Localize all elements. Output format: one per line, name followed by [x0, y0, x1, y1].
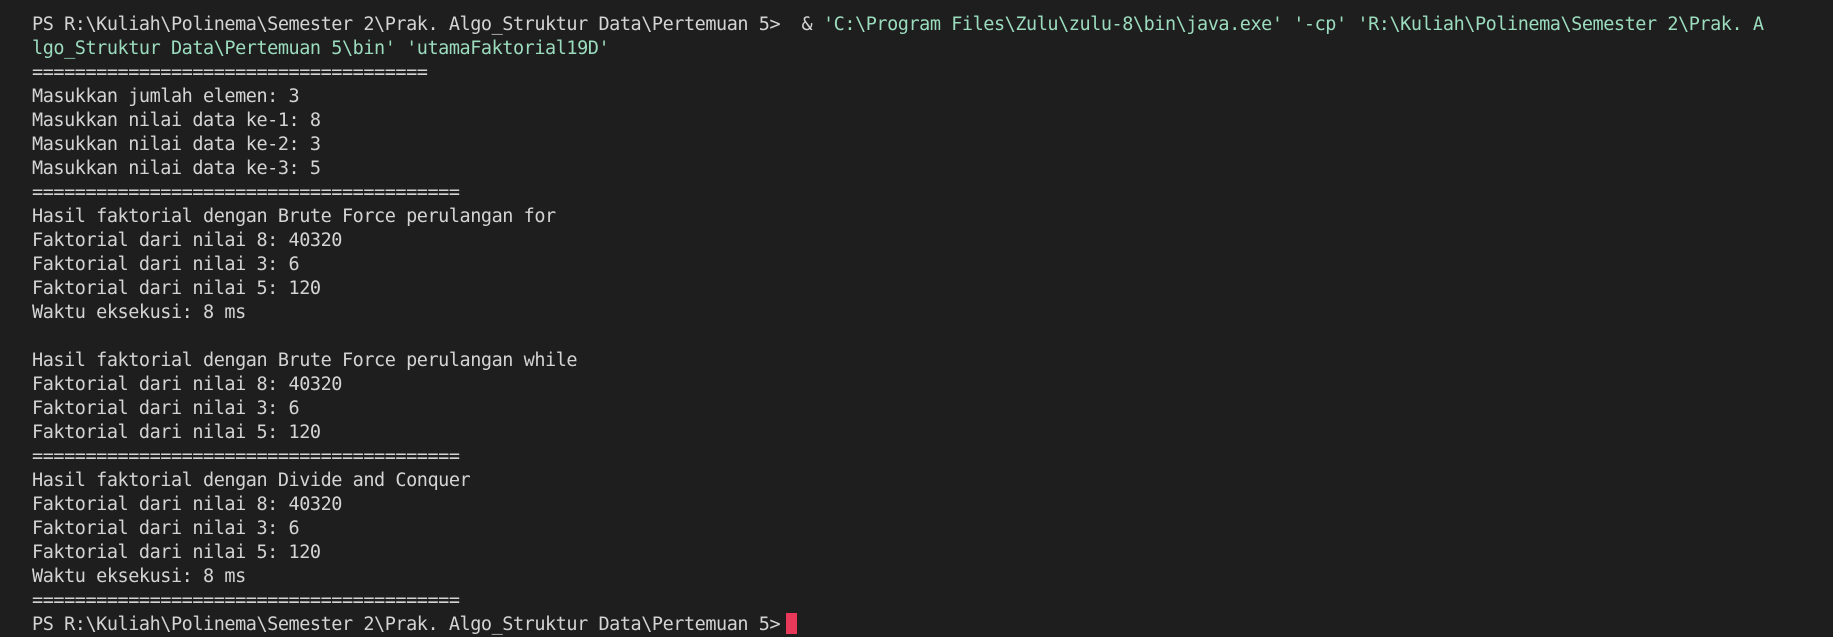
output-line: Faktorial dari nilai 3: 6: [32, 398, 300, 419]
text-cursor[interactable]: [786, 613, 798, 634]
java-path-arg: 'C:\Program Files\Zulu\zulu-8\bin\java.e…: [822, 14, 1283, 35]
output-line: Faktorial dari nilai 5: 120: [32, 422, 321, 443]
output-line: Masukkan nilai data ke-3: 5: [32, 158, 321, 179]
output-line: Faktorial dari nilai 8: 40320: [32, 230, 342, 251]
output-line: Faktorial dari nilai 8: 40320: [32, 494, 342, 515]
cp-flag-arg: '-cp': [1293, 14, 1347, 35]
terminal-panel[interactable]: PS R:\Kuliah\Polinema\Semester 2\Prak. A…: [0, 0, 1833, 637]
output-line: Hasil faktorial dengan Brute Force perul…: [32, 206, 556, 227]
prompt: PS R:\Kuliah\Polinema\Semester 2\Prak. A…: [32, 14, 781, 35]
command-line: PS R:\Kuliah\Polinema\Semester 2\Prak. A…: [32, 13, 1833, 37]
output-line: Waktu eksekusi: 8 ms: [32, 566, 246, 587]
output-line: =====================================: [32, 62, 428, 83]
command-line-wrap: lgo_Struktur Data\Pertemuan 5\bin' 'utam…: [32, 37, 1833, 61]
output-line: Masukkan nilai data ke-2: 3: [32, 134, 321, 155]
output-line: ========================================: [32, 446, 460, 467]
classpath-arg-cont: lgo_Struktur Data\Pertemuan 5\bin': [32, 38, 396, 59]
main-class-arg: 'utamaFaktorial19D': [406, 38, 610, 59]
output-line: Faktorial dari nilai 5: 120: [32, 278, 321, 299]
output-line: Faktorial dari nilai 3: 6: [32, 518, 300, 539]
command-ampersand: &: [790, 14, 823, 35]
classpath-arg: 'R:\Kuliah\Polinema\Semester 2\Prak. A: [1357, 14, 1764, 35]
output-line: Hasil faktorial dengan Divide and Conque…: [32, 470, 471, 491]
output-line: Faktorial dari nilai 8: 40320: [32, 374, 342, 395]
output-line: ========================================: [32, 182, 460, 203]
output-line: Faktorial dari nilai 3: 6: [32, 254, 300, 275]
final-prompt-line[interactable]: PS R:\Kuliah\Polinema\Semester 2\Prak. A…: [32, 613, 1833, 637]
output-line: Waktu eksekusi: 8 ms: [32, 302, 246, 323]
output-line: Hasil faktorial dengan Brute Force perul…: [32, 350, 578, 371]
output-line: Masukkan jumlah elemen: 3: [32, 86, 300, 107]
final-prompt: PS R:\Kuliah\Polinema\Semester 2\Prak. A…: [32, 614, 781, 635]
output-line: Masukkan nilai data ke-1: 8: [32, 110, 321, 131]
output-line: Faktorial dari nilai 5: 120: [32, 542, 321, 563]
output-line: ========================================: [32, 590, 460, 611]
